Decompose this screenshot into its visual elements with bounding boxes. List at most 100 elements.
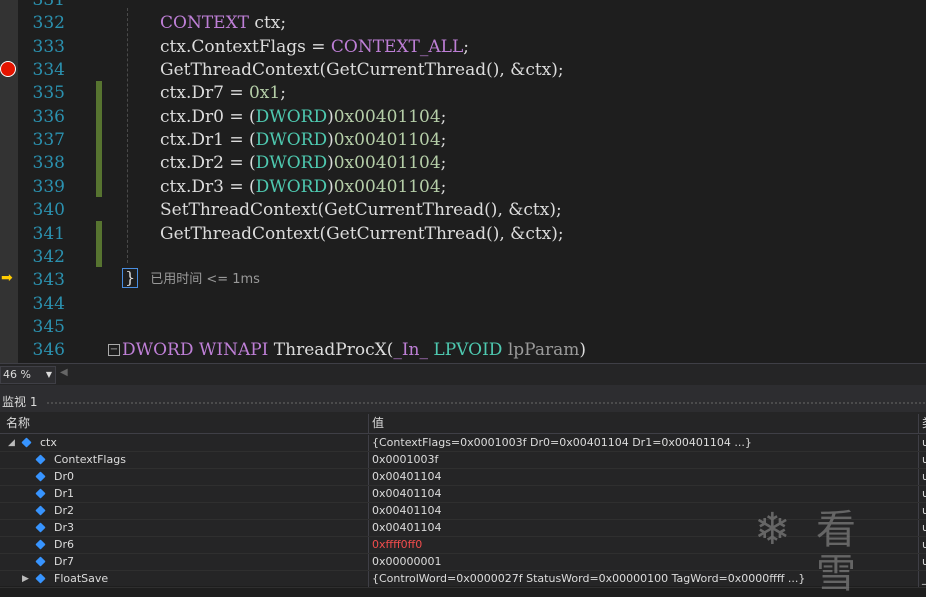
code-line[interactable]: 341 GetThreadContext(GetCurrentThread(), …: [0, 223, 926, 246]
column-divider: [918, 486, 919, 502]
variable-icon: [35, 471, 46, 482]
code-line[interactable]: 333 ctx.ContextFlags = CONTEXT_ALL;: [0, 36, 926, 59]
watch-name: Dr0: [54, 470, 74, 483]
code-line[interactable]: 342: [0, 246, 926, 269]
watch-row[interactable]: ▶ FloatSave {ControlWord=0x0000027f Status…: [0, 571, 926, 588]
code-token: lpParam: [507, 340, 580, 361]
code-text: ctx.Dr2 = (DWORD)0x00401104;: [160, 152, 446, 175]
watch-type: u: [922, 436, 926, 449]
panel-splitter[interactable]: [0, 385, 926, 392]
column-divider: [918, 503, 919, 519]
code-token: GetThreadContext(GetCurrentThread(), &ct…: [160, 60, 564, 81]
variable-icon: [35, 454, 46, 465]
column-name[interactable]: 名称: [6, 414, 30, 433]
column-divider: [918, 571, 919, 587]
watch-name: Dr2: [54, 504, 74, 517]
watch-title: 监视 1: [2, 395, 38, 409]
code-line[interactable]: 339 ctx.Dr3 = (DWORD)0x00401104;: [0, 176, 926, 199]
code-token: 0x1: [248, 83, 281, 104]
code-line[interactable]: 331: [0, 0, 926, 12]
column-divider: [918, 469, 919, 485]
code-line[interactable]: 344: [0, 293, 926, 316]
watch-value[interactable]: {ContextFlags=0x0001003f Dr0=0x00401104 …: [372, 435, 752, 451]
column-divider: [918, 452, 919, 468]
code-token: 0x00401104: [333, 176, 441, 197]
watch-row[interactable]: ◢ ctx {ContextFlags=0x0001003f Dr0=0x00401…: [0, 435, 926, 452]
column-divider[interactable]: [368, 414, 369, 433]
watch-value[interactable]: 0x00401104: [372, 503, 442, 519]
scroll-left-icon[interactable]: ◀: [60, 367, 68, 378]
code-editor[interactable]: 331 332 CONTEXT ctx; 333 ctx.ContextFlags = …: [0, 0, 926, 363]
variable-icon: [35, 505, 46, 516]
line-number: 339: [32, 176, 65, 197]
watch-name: Dr7: [54, 555, 74, 568]
watch-row[interactable]: Dr0 0x00401104 u: [0, 469, 926, 486]
column-divider[interactable]: [918, 414, 919, 433]
column-divider: [368, 554, 369, 570]
code-line[interactable]: 340 SetThreadContext(GetCurrentThread(), …: [0, 199, 926, 222]
breakpoint-icon[interactable]: [0, 61, 16, 77]
code-token: ;: [440, 106, 447, 127]
code-line[interactable]: 345: [0, 316, 926, 339]
code-text: ctx.ContextFlags = CONTEXT_ALL;: [160, 36, 469, 59]
variable-icon: [35, 539, 46, 550]
column-type[interactable]: 类: [922, 414, 926, 433]
column-divider: [918, 435, 919, 451]
line-number: 336: [32, 106, 65, 127]
code-token: ctx.ContextFlags =: [160, 36, 331, 57]
code-line[interactable]: 335 ctx.Dr7 = 0x1;: [0, 82, 926, 105]
watch-title-bar[interactable]: 监视 1: [0, 392, 926, 412]
line-number: 340: [32, 200, 65, 221]
code-line[interactable]: 336 ctx.Dr0 = (DWORD)0x00401104;: [0, 106, 926, 129]
code-token: DWORD: [122, 340, 194, 361]
line-number: 331: [32, 0, 65, 10]
code-text: ctx.Dr0 = (DWORD)0x00401104;: [160, 106, 446, 129]
code-token: 0x00401104: [333, 106, 441, 127]
line-number: 345: [32, 316, 65, 337]
code-line[interactable]: 338 ctx.Dr2 = (DWORD)0x00401104;: [0, 152, 926, 175]
watermark-text: 看雪: [816, 507, 858, 597]
column-divider: [368, 486, 369, 502]
perf-tip: } 已用时间 <= 1ms: [122, 268, 260, 288]
code-token: 0x00401104: [333, 130, 441, 151]
zoom-dropdown[interactable]: 46 % ▼: [0, 366, 56, 384]
expand-icon[interactable]: ▶: [22, 571, 29, 587]
line-number: 342: [32, 246, 65, 267]
collapse-icon[interactable]: ◢: [8, 435, 15, 451]
code-line[interactable]: 337 ctx.Dr1 = (DWORD)0x00401104;: [0, 129, 926, 152]
code-token: ctx.Dr1 = (: [160, 130, 256, 151]
watch-type: u: [922, 555, 926, 568]
collapse-toggle-icon[interactable]: −: [108, 344, 120, 357]
watch-value[interactable]: 0xffff0ff0: [372, 537, 422, 553]
code-token: DWORD: [255, 153, 328, 174]
column-divider: [368, 520, 369, 536]
column-divider: [918, 554, 919, 570]
line-number: 338: [32, 153, 65, 174]
watch-value[interactable]: 0x00401104: [372, 520, 442, 536]
watch-name: ctx: [40, 436, 57, 449]
watch-value[interactable]: 0x00401104: [372, 486, 442, 502]
column-divider: [918, 537, 919, 553]
watch-type: u: [922, 470, 926, 483]
watch-value[interactable]: 0x00000001: [372, 554, 442, 570]
watch-value[interactable]: {ControlWord=0x0000027f StatusWord=0x000…: [372, 571, 805, 587]
watch-value[interactable]: 0x00401104: [372, 469, 442, 485]
code-token: GetThreadContext(GetCurrentThread(), &ct…: [160, 223, 564, 244]
watch-name: FloatSave: [54, 572, 109, 585]
watch-type: u: [922, 504, 926, 517]
watch-row[interactable]: ContextFlags 0x0001003f u: [0, 452, 926, 469]
code-token: SetThreadContext(GetCurrentThread(), &ct…: [160, 200, 562, 221]
code-line[interactable]: 332 CONTEXT ctx;: [0, 12, 926, 35]
code-token: ): [579, 340, 586, 361]
column-divider: [368, 469, 369, 485]
code-line[interactable]: 334 GetThreadContext(GetCurrentThread(), …: [0, 59, 926, 82]
watch-column-header: 名称 值 类: [0, 414, 926, 434]
code-token: ;: [280, 83, 286, 104]
column-value[interactable]: 值: [372, 414, 384, 433]
watch-value[interactable]: 0x0001003f: [372, 452, 438, 468]
watch-type: u: [922, 453, 926, 466]
code-token: LPVOID: [433, 340, 503, 361]
code-line[interactable]: 346 DWORD WINAPI ThreadProcX(_In_ LPVOID …: [0, 339, 926, 362]
current-line-arrow-icon: ➡: [1, 270, 13, 286]
line-number: 335: [32, 83, 65, 104]
